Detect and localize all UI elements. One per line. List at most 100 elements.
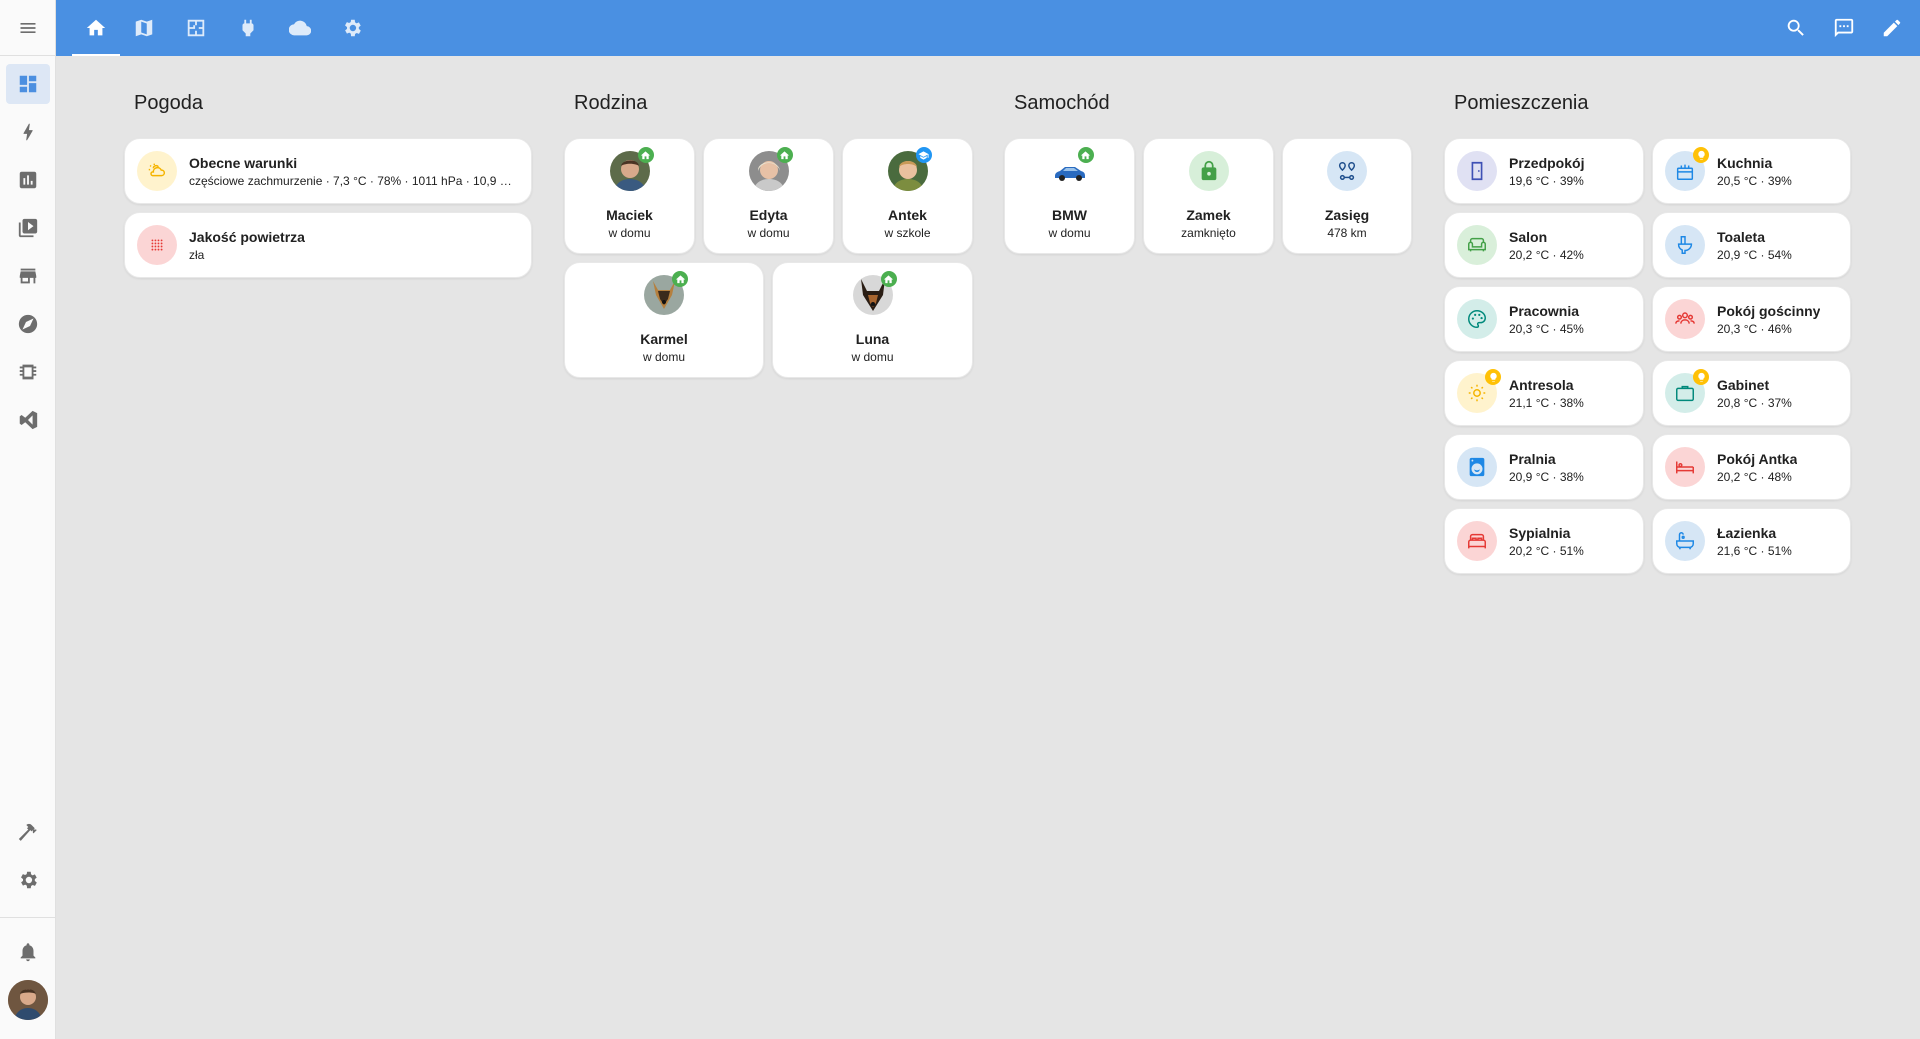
pet-state: w domu <box>851 350 894 364</box>
weather-card-name: Obecne warunki <box>189 154 298 171</box>
cloud-icon <box>289 20 311 36</box>
light-on-badge-icon <box>1693 147 1709 163</box>
edit-icon <box>1883 19 1901 37</box>
weather-card[interactable]: Obecne warunki częściowe zachmurzenie · … <box>124 138 532 204</box>
menu-button[interactable] <box>0 0 56 56</box>
tab-map[interactable] <box>120 0 168 56</box>
room-name: Pracownia <box>1509 302 1580 319</box>
kid-bed-icon <box>1665 447 1705 487</box>
sidebar-item-vscode[interactable] <box>6 400 50 440</box>
avatar <box>644 271 688 315</box>
room-card-pralnia[interactable]: Pralnia 20,9 °C · 38% <box>1444 434 1644 500</box>
sidebar <box>0 0 56 1039</box>
room-card-salon[interactable]: Salon 20,2 °C · 42% <box>1444 212 1644 278</box>
search-icon <box>1787 19 1804 36</box>
menu-icon <box>20 22 36 33</box>
room-name: Gabinet <box>1717 376 1770 393</box>
edit-dashboard-button[interactable] <box>1872 8 1912 48</box>
user-avatar[interactable] <box>8 980 48 1020</box>
assist-button[interactable] <box>1824 8 1864 48</box>
light-on-badge-icon <box>1693 369 1709 385</box>
person-card-maciek[interactable]: Maciek w domu <box>564 138 695 254</box>
sidebar-item-energy[interactable] <box>6 112 50 152</box>
map-icon <box>135 19 153 37</box>
pet-card-luna[interactable]: Luna w domu <box>772 262 973 378</box>
vscode-icon <box>19 410 38 430</box>
pet-card-karmel[interactable]: Karmel w domu <box>564 262 764 378</box>
car-state: w domu <box>1048 226 1091 240</box>
sidebar-item-esphome[interactable] <box>6 352 50 392</box>
weather-card-state: częściowe zachmurzenie · 7,3 °C · 78% · … <box>189 173 512 188</box>
range-icon <box>1327 151 1367 191</box>
stove-icon <box>1665 147 1709 191</box>
sidebar-item-history[interactable] <box>6 160 50 200</box>
home-badge-icon <box>1077 147 1094 163</box>
plug-icon <box>242 19 254 37</box>
room-card-kuchnia[interactable]: Kuchnia 20,5 °C · 39% <box>1652 138 1851 204</box>
briefcase-icon <box>1665 369 1709 413</box>
lock-state: zamknięto <box>1181 226 1236 240</box>
room-card-przedpokoj[interactable]: Przedpokój 19,6 °C · 39% <box>1444 138 1644 204</box>
air-quality-icon <box>137 225 177 265</box>
car-lock-card[interactable]: Zamek zamknięto <box>1143 138 1274 254</box>
home-icon <box>86 19 106 36</box>
top-bar <box>56 0 1920 56</box>
sidebar-item-developer-tools[interactable] <box>6 812 50 852</box>
tab-floorplan[interactable] <box>172 0 220 56</box>
person-state: w domu <box>608 226 651 240</box>
section-title-car: Samochód <box>1014 92 1110 114</box>
room-card-gabinet[interactable]: Gabinet 20,8 °C · 37% <box>1652 360 1851 426</box>
air-quality-card-name: Jakość powietrza <box>189 228 305 245</box>
tab-home[interactable] <box>72 0 120 56</box>
palette-icon <box>1457 299 1497 339</box>
section-title-rooms: Pomieszczenia <box>1454 92 1589 114</box>
assist-icon <box>1834 18 1854 38</box>
room-name: Toaleta <box>1717 228 1765 245</box>
school-badge-icon <box>915 147 932 163</box>
room-card-pokoj-antka[interactable]: Pokój Antka 20,2 °C · 48% <box>1652 434 1851 500</box>
sidebar-item-overview[interactable] <box>6 64 50 104</box>
room-state: 21,1 °C · 38% <box>1509 395 1584 410</box>
room-card-pokoj-goscinny[interactable]: Pokój gościnny 20,3 °C · 46% <box>1652 286 1851 352</box>
sidebar-item-store[interactable] <box>6 256 50 296</box>
pet-name: Luna <box>855 331 890 347</box>
room-state: 21,6 °C · 51% <box>1717 543 1792 558</box>
section-title-weather: Pogoda <box>134 92 203 114</box>
room-card-lazienka[interactable]: Łazienka 21,6 °C · 51% <box>1652 508 1851 574</box>
sidebar-item-explore[interactable] <box>6 304 50 344</box>
person-name: Edyta <box>749 207 788 223</box>
hammer-icon <box>18 823 37 841</box>
tab-energy-plugs[interactable] <box>224 0 272 56</box>
range-state: 478 km <box>1327 226 1367 240</box>
car-range-card[interactable]: Zasięg 478 km <box>1282 138 1412 254</box>
home-badge-icon <box>880 271 897 287</box>
room-state: 20,2 °C · 42% <box>1509 247 1584 262</box>
person-card-antek[interactable]: Antek w szkole <box>842 138 973 254</box>
floorplan-icon <box>187 19 205 37</box>
room-card-toaleta[interactable]: Toaleta 20,9 °C · 54% <box>1652 212 1851 278</box>
car-card-bmw[interactable]: BMW w domu <box>1004 138 1135 254</box>
room-state: 20,2 °C · 48% <box>1717 469 1792 484</box>
bed-icon <box>1457 521 1497 561</box>
settings-icon <box>21 871 37 889</box>
room-card-antresola[interactable]: Antresola 21,1 °C · 38% <box>1444 360 1644 426</box>
search-button[interactable] <box>1776 8 1816 48</box>
sidebar-item-media[interactable] <box>6 208 50 248</box>
avatar <box>852 271 897 315</box>
avatar <box>609 147 654 191</box>
room-state: 20,8 °C · 37% <box>1717 395 1792 410</box>
room-state: 20,3 °C · 46% <box>1717 321 1792 336</box>
tab-cloud[interactable] <box>276 0 324 56</box>
room-card-sypialnia[interactable]: Sypialnia 20,2 °C · 51% <box>1444 508 1644 574</box>
chip-icon <box>19 364 37 380</box>
air-quality-card[interactable]: Jakość powietrza zła <box>124 212 532 278</box>
sidebar-item-settings[interactable] <box>6 860 50 900</box>
sidebar-item-notifications[interactable] <box>6 932 50 972</box>
person-card-edyta[interactable]: Edyta w domu <box>703 138 834 254</box>
compass-icon <box>18 314 38 334</box>
tab-settings[interactable] <box>328 0 376 56</box>
partly-cloudy-icon <box>137 151 177 191</box>
washing-machine-icon <box>1457 447 1497 487</box>
room-card-pracownia[interactable]: Pracownia 20,3 °C · 45% <box>1444 286 1644 352</box>
avatar <box>887 147 932 191</box>
